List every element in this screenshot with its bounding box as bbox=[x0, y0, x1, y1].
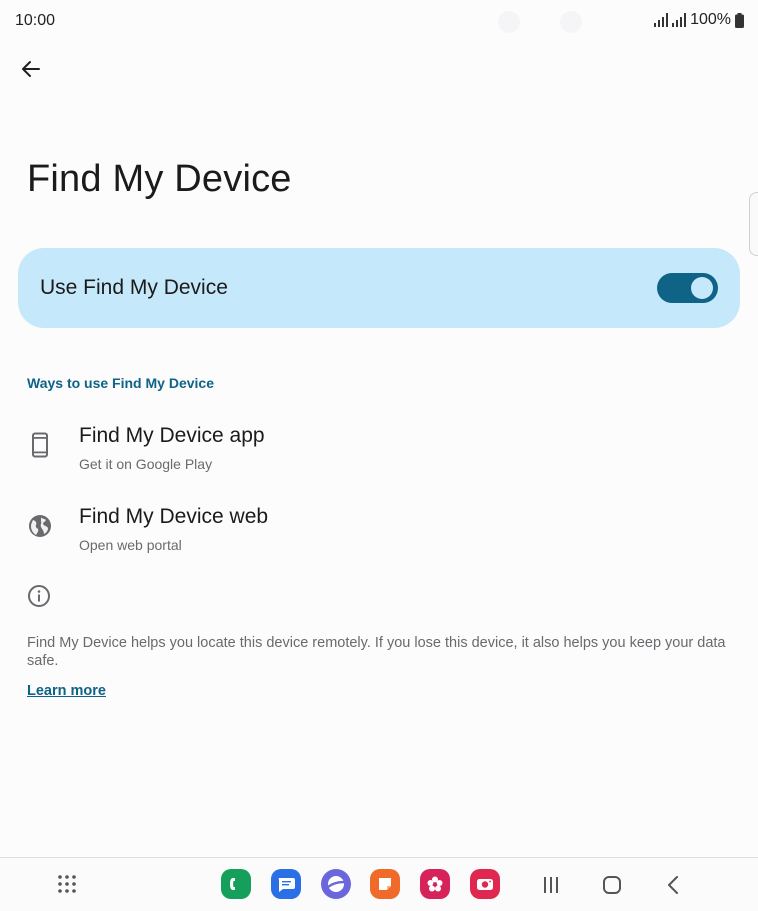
info-icon bbox=[28, 585, 50, 607]
edge-panel-handle[interactable] bbox=[749, 192, 758, 256]
arrow-back-icon bbox=[22, 61, 40, 77]
signal-icon bbox=[654, 13, 669, 27]
apps-grid-icon[interactable] bbox=[56, 873, 78, 895]
battery-level: 100% bbox=[690, 11, 731, 28]
globe-icon bbox=[27, 513, 53, 539]
camera-dot bbox=[560, 11, 582, 33]
list-item-title: Find My Device app bbox=[79, 424, 265, 447]
status-time: 10:00 bbox=[15, 12, 56, 29]
camera-dot bbox=[498, 11, 520, 33]
back-button[interactable] bbox=[14, 52, 48, 86]
internet-app-icon[interactable] bbox=[321, 869, 351, 899]
camera-app-icon[interactable] bbox=[470, 869, 500, 899]
switch-knob bbox=[691, 277, 713, 299]
status-icons: 100% bbox=[654, 11, 744, 29]
use-find-my-device-switch[interactable] bbox=[657, 273, 718, 303]
learn-more-link[interactable]: Learn more bbox=[27, 683, 106, 699]
signal-icon bbox=[672, 13, 687, 27]
phone-app-icon[interactable] bbox=[221, 869, 251, 899]
list-item-find-my-device-web[interactable]: Find My Device web Open web portal bbox=[0, 496, 758, 564]
recents-button[interactable] bbox=[538, 872, 564, 898]
status-bar: 10:00 100% bbox=[0, 0, 758, 44]
back-nav-button[interactable] bbox=[660, 872, 686, 898]
battery-icon bbox=[735, 12, 744, 28]
gallery-app-icon[interactable] bbox=[420, 869, 450, 899]
phone-icon bbox=[27, 432, 53, 458]
toggle-label: Use Find My Device bbox=[40, 276, 228, 299]
page-title: Find My Device bbox=[27, 158, 292, 200]
section-header: Ways to use Find My Device bbox=[27, 375, 214, 391]
home-icon bbox=[603, 876, 621, 894]
list-item-subtitle: Get it on Google Play bbox=[79, 456, 213, 472]
home-button[interactable] bbox=[599, 872, 625, 898]
notes-app-icon[interactable] bbox=[370, 869, 400, 899]
use-find-my-device-toggle-card[interactable]: Use Find My Device bbox=[18, 248, 740, 328]
description-text: Find My Device helps you locate this dev… bbox=[27, 635, 726, 669]
list-item-title: Find My Device web bbox=[79, 505, 269, 528]
back-nav-icon bbox=[668, 876, 678, 894]
camera-cutout bbox=[498, 11, 582, 33]
navigation-bar bbox=[0, 857, 758, 911]
list-item-subtitle: Open web portal bbox=[79, 537, 182, 553]
list-item-find-my-device-app[interactable]: Find My Device app Get it on Google Play bbox=[0, 415, 758, 483]
messages-app-icon[interactable] bbox=[271, 869, 301, 899]
recents-icon bbox=[544, 877, 558, 893]
